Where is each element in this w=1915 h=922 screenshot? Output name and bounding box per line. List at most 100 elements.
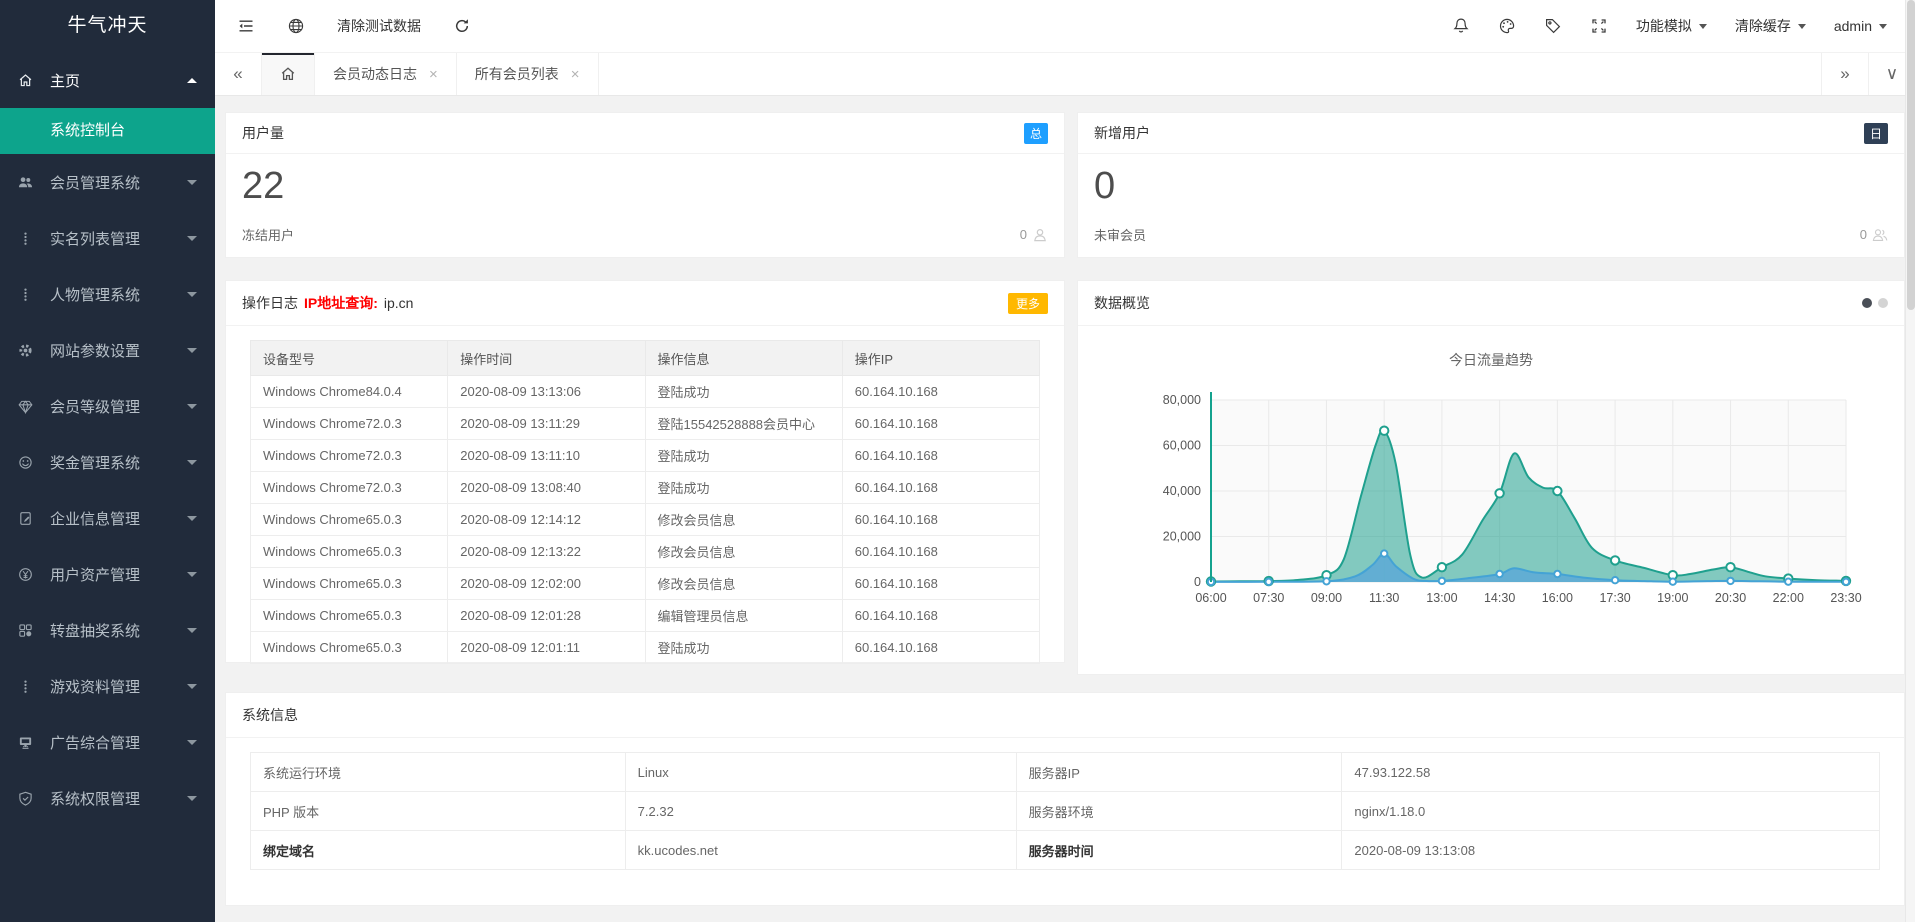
card-title: 新增用户 [1094,123,1150,143]
table-header-row: 设备型号操作时间操作信息操作IP [251,341,1040,376]
tabs-scroll-right-button[interactable]: » [1821,53,1868,95]
app-logo: 牛气冲天 [0,0,215,52]
card-footer: 冻结用户 0 [226,225,1064,257]
sidebar-item-4[interactable]: 人物管理系统 [0,266,215,322]
table-cell: 60.164.10.168 [842,440,1039,472]
home-icon [280,66,296,82]
close-icon[interactable]: × [429,66,438,83]
svg-text:13:00: 13:00 [1426,591,1457,605]
panel-title: 操作日志 [242,293,298,313]
table-cell: 登陆15542528888会员中心 [645,408,842,440]
svg-text:60,000: 60,000 [1163,439,1201,453]
sidebar-item-13[interactable]: 系统权限管理 [0,770,215,826]
dropdown-4[interactable]: 功能模拟 [1636,16,1707,36]
table-row: PHP 版本7.2.32服务器环境nginx/1.18.0 [251,792,1880,831]
info-value: 2020-08-09 13:13:08 [1342,831,1880,870]
page-scrollbar[interactable] [1905,0,1915,922]
table-cell: 60.164.10.168 [842,600,1039,632]
badge-total[interactable]: 总 [1024,123,1048,144]
clear-test-data-button[interactable]: 清除测试数据 [337,16,421,36]
more-button[interactable]: 更多 [1008,293,1048,314]
user-icon [1032,227,1048,243]
palette-icon[interactable] [1498,17,1516,35]
table-row: Windows Chrome65.0.32020-08-09 12:14:12修… [251,504,1040,536]
tab-home[interactable] [262,53,315,95]
table-cell: 60.164.10.168 [842,408,1039,440]
info-value: 7.2.32 [625,792,1016,831]
card-footer: 未审会员 0 [1078,225,1904,257]
table-cell: 编辑管理员信息 [645,600,842,632]
table-cell: Windows Chrome65.0.3 [251,536,448,568]
table-cell: Windows Chrome84.0.4 [251,376,448,408]
fullscreen-icon[interactable] [1590,17,1608,35]
svg-text:11:30: 11:30 [1369,591,1399,605]
svg-text:22:00: 22:00 [1773,591,1804,605]
sidebar-item-8[interactable]: 企业信息管理 [0,490,215,546]
scrollbar-thumb[interactable] [1907,0,1915,310]
table-cell: 60.164.10.168 [842,472,1039,504]
tab-会员动态日志[interactable]: 会员动态日志 × [315,53,457,95]
sidebar-item-10[interactable]: 转盘抽奖系统 [0,602,215,658]
doc-edit-icon [18,511,38,526]
panel-header: 数据概览 [1078,281,1904,326]
svg-text:23:30: 23:30 [1830,591,1861,605]
sidebar-item-9[interactable]: 用户资产管理 [0,546,215,602]
table-cell: Windows Chrome65.0.3 [251,632,448,664]
sidebar-item-1[interactable]: 主页 [0,52,215,108]
column-header: 操作时间 [448,341,645,376]
carousel-dot-1[interactable] [1862,298,1872,308]
topbar: 清除测试数据 功能模拟 清除缓存 admin [215,0,1915,53]
sidebar-item-5[interactable]: 网站参数设置 [0,322,215,378]
table-cell: 登陆成功 [645,376,842,408]
table-cell: 2020-08-09 12:13:22 [448,536,645,568]
yen-icon [18,567,38,582]
table-cell: 60.164.10.168 [842,568,1039,600]
close-icon[interactable]: × [571,66,580,83]
dropdown-5[interactable]: 清除缓存 [1735,16,1806,36]
tabs-scroll-left-button[interactable]: « [215,53,262,95]
table-cell: 60.164.10.168 [842,536,1039,568]
carousel-dot-2[interactable] [1878,298,1888,308]
sidebar-item-label: 企业信息管理 [50,508,140,529]
sidebar-item-label: 系统权限管理 [50,788,140,809]
stat-footer-value: 0 [1020,227,1027,242]
globe-icon[interactable] [287,17,305,35]
caret-down-icon [187,292,197,297]
info-label: 服务器环境 [1016,792,1342,831]
table-row: Windows Chrome72.0.32020-08-09 13:08:40登… [251,472,1040,504]
sidebar-item-3[interactable]: 实名列表管理 [0,210,215,266]
table-cell: Windows Chrome72.0.3 [251,472,448,504]
sidebar-item-6[interactable]: 会员等级管理 [0,378,215,434]
info-value: kk.ucodes.net [625,831,1016,870]
ip-query-value[interactable]: ip.cn [384,295,414,311]
sidebar-item-12[interactable]: 广告综合管理 [0,714,215,770]
menu-toggle-icon[interactable] [237,17,255,35]
bell-icon[interactable] [1452,17,1470,35]
svg-text:16:00: 16:00 [1542,591,1573,605]
tag-icon[interactable] [1544,17,1562,35]
info-label: PHP 版本 [251,792,626,831]
sidebar-item-7[interactable]: 奖金管理系统 [0,434,215,490]
info-value: nginx/1.18.0 [1342,792,1880,831]
sidebar-item-2[interactable]: 会员管理系统 [0,154,215,210]
sidebar-subitem-系统控制台[interactable]: 系统控制台 [0,108,215,154]
caret-down-icon [187,404,197,409]
refresh-icon[interactable] [453,17,471,35]
caret-down-icon [187,348,197,353]
svg-text:17:30: 17:30 [1599,591,1630,605]
sidebar-item-label: 奖金管理系统 [50,452,140,473]
badge-daily[interactable]: 日 [1864,123,1888,144]
dropdown-6[interactable]: admin [1834,18,1887,34]
stat-cards-row: 用户量 总 22 冻结用户 0 新增用户 日 [225,112,1905,258]
sidebar: 牛气冲天 主页系统控制台会员管理系统实名列表管理人物管理系统网站参数设置会员等级… [0,0,215,922]
caret-down-icon [1879,24,1887,29]
tab-所有会员列表[interactable]: 所有会员列表× [457,53,599,95]
card-header: 用户量 总 [226,113,1064,154]
table-cell: Windows Chrome65.0.3 [251,568,448,600]
sidebar-item-11[interactable]: 游戏资料管理 [0,658,215,714]
svg-text:80,000: 80,000 [1163,393,1201,407]
people-icon [1872,227,1888,243]
tab-bar: «会员动态日志×所有会员列表×»∨ [215,53,1915,96]
table-row: Windows Chrome84.0.42020-08-09 13:13:06登… [251,376,1040,408]
tab-label: 会员动态日志 [333,64,417,84]
